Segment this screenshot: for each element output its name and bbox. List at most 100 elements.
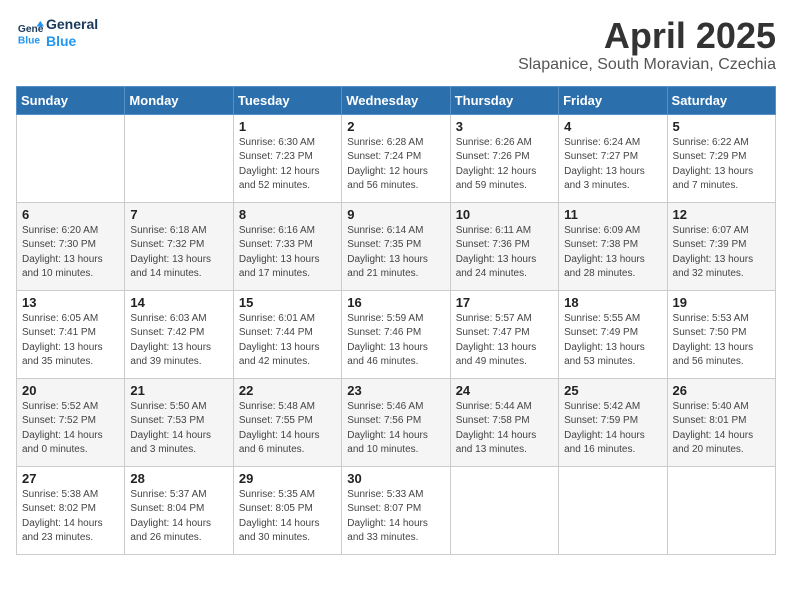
calendar-cell: 25Sunrise: 5:42 AM Sunset: 7:59 PM Dayli… (559, 378, 667, 466)
calendar-week-3: 13 Sunrise: 6:05 AM Sunset: 7:41 PM Dayli… (17, 290, 776, 378)
day-detail: Sunrise: 5:55 AM Sunset: 7:49 PM Dayligh… (564, 312, 661, 370)
calendar-cell: 6 Sunrise: 6:20 AM Sunset: 7:30 PM Daylig… (17, 202, 125, 290)
day-header-tuesday: Tuesday (233, 86, 341, 114)
calendar-week-5: 27 Sunrise: 5:38 AM Sunset: 8:02 PM Dayli… (17, 466, 776, 554)
calendar-cell: 15Sunrise: 6:01 AM Sunset: 7:44 PM Dayli… (233, 290, 341, 378)
calendar-cell: 18 Sunrise: 5:55 AM Sunset: 7:49 PM Dayli… (559, 290, 667, 378)
day-header-wednesday: Wednesday (342, 86, 450, 114)
day-detail: Sunrise: 5:42 AM Sunset: 7:59 PM Dayligh… (564, 400, 661, 458)
day-detail: Sunrise: 6:30 AM Sunset: 7:23 PM Dayligh… (239, 136, 336, 194)
calendar-cell: 21 Sunrise: 5:50 AM Sunset: 7:53 PM Dayli… (125, 378, 233, 466)
day-number: 21 (130, 383, 227, 398)
calendar-header-row: SundayMondayTuesdayWednesdayThursdayFrid… (17, 86, 776, 114)
day-detail: Sunrise: 5:35 AM Sunset: 8:05 PM Dayligh… (239, 488, 336, 546)
day-number: 27 (22, 471, 119, 486)
day-number: 17 (456, 295, 553, 310)
logo-line1: General (46, 16, 98, 33)
day-detail: Sunrise: 5:40 AM Sunset: 8:01 PM Dayligh… (673, 400, 770, 458)
day-detail: Sunrise: 5:38 AM Sunset: 8:02 PM Dayligh… (22, 488, 119, 546)
title-block: April 2025 Slapanice, South Moravian, Cz… (518, 16, 776, 74)
day-detail: Sunrise: 6:18 AM Sunset: 7:32 PM Dayligh… (130, 224, 227, 282)
calendar-cell: 14 Sunrise: 6:03 AM Sunset: 7:42 PM Dayli… (125, 290, 233, 378)
calendar-cell: 30Sunrise: 5:33 AM Sunset: 8:07 PM Dayli… (342, 466, 450, 554)
day-detail: Sunrise: 5:59 AM Sunset: 7:46 PM Dayligh… (347, 312, 444, 370)
day-detail: Sunrise: 5:57 AM Sunset: 7:47 PM Dayligh… (456, 312, 553, 370)
day-number: 20 (22, 383, 119, 398)
day-detail: Sunrise: 6:20 AM Sunset: 7:30 PM Dayligh… (22, 224, 119, 282)
day-number: 3 (456, 119, 553, 134)
day-number: 6 (22, 207, 119, 222)
calendar-cell: 29 Sunrise: 5:35 AM Sunset: 8:05 PM Dayli… (233, 466, 341, 554)
day-number: 16 (347, 295, 444, 310)
calendar-cell (17, 114, 125, 202)
calendar-cell: 2 Sunrise: 6:28 AM Sunset: 7:24 PM Daylig… (342, 114, 450, 202)
day-number: 4 (564, 119, 661, 134)
calendar-cell: 11Sunrise: 6:09 AM Sunset: 7:38 PM Dayli… (559, 202, 667, 290)
day-number: 5 (673, 119, 770, 134)
day-number: 19 (673, 295, 770, 310)
calendar-week-4: 20 Sunrise: 5:52 AM Sunset: 7:52 PM Dayli… (17, 378, 776, 466)
day-header-thursday: Thursday (450, 86, 558, 114)
calendar-week-2: 6 Sunrise: 6:20 AM Sunset: 7:30 PM Daylig… (17, 202, 776, 290)
day-detail: Sunrise: 6:05 AM Sunset: 7:41 PM Dayligh… (22, 312, 119, 370)
day-number: 23 (347, 383, 444, 398)
day-number: 14 (130, 295, 227, 310)
calendar-cell: 9Sunrise: 6:14 AM Sunset: 7:35 PM Daylig… (342, 202, 450, 290)
svg-text:Blue: Blue (18, 35, 41, 46)
day-detail: Sunrise: 6:11 AM Sunset: 7:36 PM Dayligh… (456, 224, 553, 282)
day-header-friday: Friday (559, 86, 667, 114)
day-detail: Sunrise: 6:28 AM Sunset: 7:24 PM Dayligh… (347, 136, 444, 194)
day-number: 12 (673, 207, 770, 222)
calendar-cell: 1 Sunrise: 6:30 AM Sunset: 7:23 PM Daylig… (233, 114, 341, 202)
logo-icon: General Blue (16, 19, 44, 47)
day-number: 1 (239, 119, 336, 134)
day-number: 11 (564, 207, 661, 222)
day-detail: Sunrise: 6:22 AM Sunset: 7:29 PM Dayligh… (673, 136, 770, 194)
calendar-cell: 16 Sunrise: 5:59 AM Sunset: 7:46 PM Dayli… (342, 290, 450, 378)
calendar-cell: 13 Sunrise: 6:05 AM Sunset: 7:41 PM Dayli… (17, 290, 125, 378)
calendar-cell: 26Sunrise: 5:40 AM Sunset: 8:01 PM Dayli… (667, 378, 775, 466)
day-number: 28 (130, 471, 227, 486)
day-detail: Sunrise: 5:48 AM Sunset: 7:55 PM Dayligh… (239, 400, 336, 458)
calendar-table: SundayMondayTuesdayWednesdayThursdayFrid… (16, 86, 776, 555)
day-number: 18 (564, 295, 661, 310)
calendar-cell: 8Sunrise: 6:16 AM Sunset: 7:33 PM Daylig… (233, 202, 341, 290)
day-number: 7 (130, 207, 227, 222)
day-detail: Sunrise: 5:44 AM Sunset: 7:58 PM Dayligh… (456, 400, 553, 458)
logo: General Blue General Blue (16, 16, 98, 50)
calendar-cell: 20 Sunrise: 5:52 AM Sunset: 7:52 PM Dayli… (17, 378, 125, 466)
day-detail: Sunrise: 6:01 AM Sunset: 7:44 PM Dayligh… (239, 312, 336, 370)
day-detail: Sunrise: 6:03 AM Sunset: 7:42 PM Dayligh… (130, 312, 227, 370)
day-number: 29 (239, 471, 336, 486)
day-header-monday: Monday (125, 86, 233, 114)
calendar-cell: 19Sunrise: 5:53 AM Sunset: 7:50 PM Dayli… (667, 290, 775, 378)
day-number: 10 (456, 207, 553, 222)
calendar-cell: 22 Sunrise: 5:48 AM Sunset: 7:55 PM Dayli… (233, 378, 341, 466)
calendar-cell: 5 Sunrise: 6:22 AM Sunset: 7:29 PM Daylig… (667, 114, 775, 202)
calendar-cell: 24 Sunrise: 5:44 AM Sunset: 7:58 PM Dayli… (450, 378, 558, 466)
day-detail: Sunrise: 5:52 AM Sunset: 7:52 PM Dayligh… (22, 400, 119, 458)
calendar-cell (125, 114, 233, 202)
month-title: April 2025 (518, 16, 776, 56)
day-detail: Sunrise: 5:33 AM Sunset: 8:07 PM Dayligh… (347, 488, 444, 546)
day-detail: Sunrise: 5:37 AM Sunset: 8:04 PM Dayligh… (130, 488, 227, 546)
day-number: 22 (239, 383, 336, 398)
logo-line2: Blue (46, 33, 98, 50)
day-number: 24 (456, 383, 553, 398)
day-number: 2 (347, 119, 444, 134)
day-detail: Sunrise: 5:50 AM Sunset: 7:53 PM Dayligh… (130, 400, 227, 458)
day-detail: Sunrise: 6:14 AM Sunset: 7:35 PM Dayligh… (347, 224, 444, 282)
calendar-cell: 17 Sunrise: 5:57 AM Sunset: 7:47 PM Dayli… (450, 290, 558, 378)
calendar-week-1: 1 Sunrise: 6:30 AM Sunset: 7:23 PM Daylig… (17, 114, 776, 202)
day-number: 13 (22, 295, 119, 310)
calendar-cell (450, 466, 558, 554)
day-detail: Sunrise: 6:26 AM Sunset: 7:26 PM Dayligh… (456, 136, 553, 194)
calendar-cell: 12Sunrise: 6:07 AM Sunset: 7:39 PM Dayli… (667, 202, 775, 290)
location-subtitle: Slapanice, South Moravian, Czechia (518, 56, 776, 74)
page-header: General Blue General Blue April 2025 Sla… (16, 16, 776, 74)
calendar-cell: 3 Sunrise: 6:26 AM Sunset: 7:26 PM Daylig… (450, 114, 558, 202)
calendar-cell: 10 Sunrise: 6:11 AM Sunset: 7:36 PM Dayli… (450, 202, 558, 290)
calendar-cell: 7 Sunrise: 6:18 AM Sunset: 7:32 PM Daylig… (125, 202, 233, 290)
day-number: 8 (239, 207, 336, 222)
calendar-cell: 4Sunrise: 6:24 AM Sunset: 7:27 PM Daylig… (559, 114, 667, 202)
